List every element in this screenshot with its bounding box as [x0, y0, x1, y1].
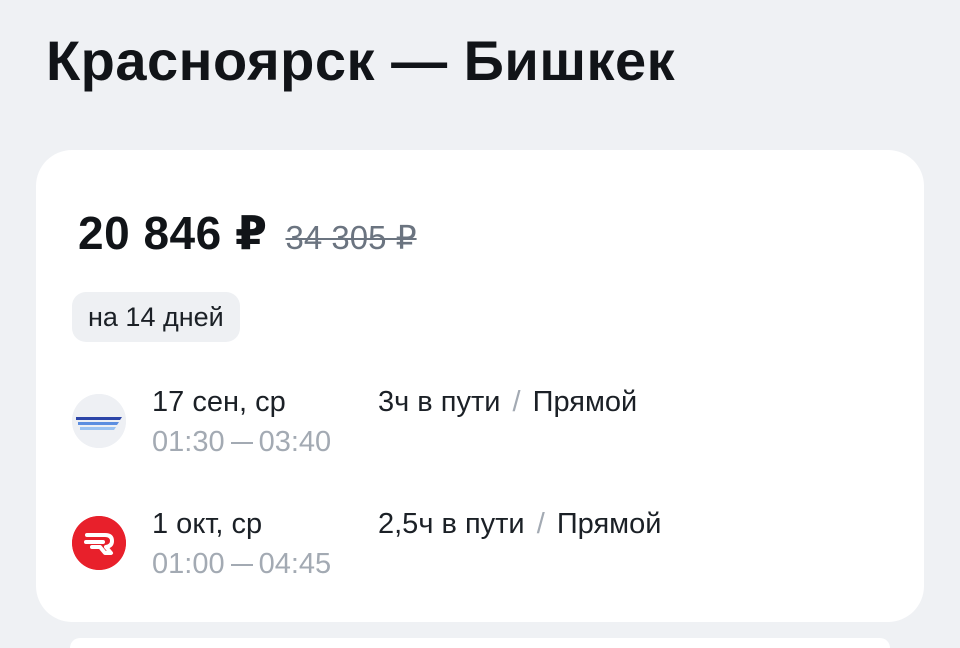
segment-duration: 2,5ч в пути: [378, 508, 525, 540]
segment-separator: /: [512, 386, 521, 418]
segment-times: 01:00 04:45: [152, 548, 331, 581]
segment-duration: 3ч в пути: [378, 386, 501, 418]
page-title: Красноярск — Бишкек: [46, 29, 676, 92]
flight-segment[interactable]: 17 сен, ср 01:30 03:40 3ч в пути / Прямо…: [36, 384, 924, 464]
trip-length-badge: на 14 дней: [72, 292, 240, 342]
offer-card[interactable]: 20 846 ₽ 34 305 ₽ на 14 дней 17 сен, ср …: [36, 150, 924, 622]
departure-time: 01:00: [152, 548, 225, 580]
departure-time: 01:30: [152, 426, 225, 458]
airline-stripes-logo-icon: [72, 394, 126, 448]
arrival-time: 04:45: [258, 548, 332, 580]
current-price: 20 846 ₽: [78, 207, 268, 259]
old-price: 34 305 ₽: [285, 219, 417, 256]
time-dash: [230, 441, 253, 444]
segment-date: 17 сен, ср: [152, 386, 286, 418]
segment-type: Прямой: [532, 386, 638, 418]
segment-date: 1 окт, ср: [152, 508, 263, 540]
segment-times: 01:30 03:40: [152, 426, 331, 459]
segment-type: Прямой: [556, 508, 662, 540]
airline-red-circle-logo-icon: [72, 516, 126, 570]
time-dash: [230, 563, 253, 566]
segment-info: 2,5ч в пути / Прямой: [378, 508, 661, 541]
flight-segment[interactable]: 1 окт, ср 01:00 04:45 2,5ч в пути / Прям…: [36, 506, 924, 586]
segment-info: 3ч в пути / Прямой: [378, 386, 637, 419]
next-card-edge: [70, 638, 890, 648]
arrival-time: 03:40: [258, 426, 332, 458]
price-row: 20 846 ₽ 34 305 ₽: [78, 206, 417, 260]
segment-separator: /: [536, 508, 545, 540]
